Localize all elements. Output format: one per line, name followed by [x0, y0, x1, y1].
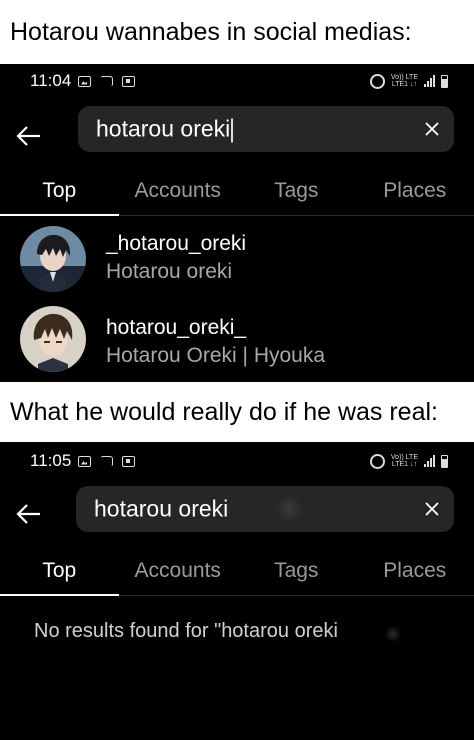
network-indicator: Vo)) LTE LTE1 ↓↑: [390, 454, 418, 468]
search-tabs: Top Accounts Tags Places: [0, 170, 474, 216]
cast-notification-icon: [100, 75, 113, 87]
result-row[interactable]: _hotarou_oreki Hotarou oreki: [0, 222, 474, 296]
app-notification-icon: [122, 75, 135, 87]
blur-smudge: [384, 626, 402, 642]
screenshot-search-results: 11:04 Vo)) LTE LTE1 ↓↑ hotarou oreki Top …: [0, 64, 474, 382]
back-arrow-icon[interactable]: [14, 498, 46, 530]
tab-top[interactable]: Top: [0, 170, 119, 216]
text-caret: [231, 118, 234, 143]
search-input[interactable]: hotarou oreki: [78, 106, 454, 152]
notification-icons: [78, 455, 135, 467]
signal-icon: [424, 455, 435, 467]
gallery-notification-icon: [78, 75, 91, 87]
status-time: 11:04: [30, 71, 72, 90]
avatar: [20, 306, 86, 372]
alarm-icon: [369, 453, 385, 469]
tab-tags[interactable]: Tags: [237, 170, 356, 215]
caption-top: Hotarou wannabes in social medias:: [0, 0, 474, 64]
result-username: _hotarou_oreki: [106, 232, 247, 255]
cast-notification-icon: [100, 455, 113, 467]
caption-mid: What he would really do if he was real:: [0, 382, 474, 442]
status-time: 11:05: [30, 451, 72, 470]
tab-accounts[interactable]: Accounts: [119, 170, 238, 215]
tab-places[interactable]: Places: [356, 170, 474, 215]
battery-icon: [441, 74, 448, 88]
clear-search-icon[interactable]: [422, 119, 442, 139]
tab-accounts[interactable]: Accounts: [119, 550, 238, 595]
blur-smudge: [274, 496, 304, 522]
avatar: [20, 226, 86, 292]
tab-top[interactable]: Top: [0, 550, 119, 596]
search-tabs: Top Accounts Tags Places: [0, 550, 474, 596]
signal-icon: [424, 75, 435, 87]
alarm-icon: [369, 73, 385, 89]
clear-search-icon[interactable]: [422, 499, 442, 519]
battery-icon: [441, 454, 448, 468]
tab-places[interactable]: Places: [356, 550, 474, 595]
notification-icons: [78, 75, 135, 87]
tab-tags[interactable]: Tags: [237, 550, 356, 595]
status-bar: 11:04 Vo)) LTE LTE1 ↓↑: [0, 64, 474, 98]
result-row[interactable]: hotarou_oreki_ Hotarou Oreki | Hyouka: [0, 302, 474, 376]
back-arrow-icon[interactable]: [14, 120, 46, 152]
result-fullname: Hotarou Oreki | Hyouka: [106, 344, 326, 367]
status-bar: 11:05 Vo)) LTE LTE1 ↓↑: [0, 444, 474, 478]
result-username: hotarou_oreki_: [106, 316, 247, 339]
search-query: hotarou oreki: [96, 115, 231, 142]
result-fullname: Hotarou oreki: [106, 260, 233, 283]
gallery-notification-icon: [78, 455, 91, 467]
network-indicator: Vo)) LTE LTE1 ↓↑: [390, 74, 418, 88]
screenshot-no-results: 11:05 Vo)) LTE LTE1 ↓↑ hotarou oreki Top …: [0, 442, 474, 740]
app-notification-icon: [122, 455, 135, 467]
search-query: hotarou oreki: [94, 495, 229, 522]
search-input[interactable]: hotarou oreki: [76, 486, 454, 532]
no-results-message: No results found for "hotarou oreki: [34, 620, 338, 642]
